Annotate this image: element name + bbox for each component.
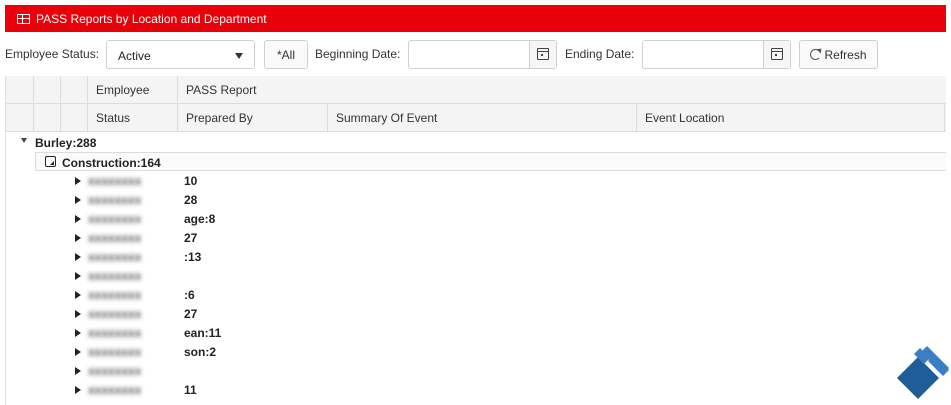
group-indent-column-1 bbox=[6, 104, 34, 132]
employee-group-row[interactable]: xxxxxxxx 27 bbox=[6, 305, 946, 324]
employee-status-dropdown[interactable]: Active bbox=[106, 40, 255, 69]
employee-group-row[interactable]: xxxxxxxx bbox=[6, 267, 946, 286]
beginning-date-picker-button[interactable] bbox=[529, 41, 556, 68]
column-header-summary-of-event[interactable]: Summary Of Event bbox=[328, 104, 637, 132]
group-row-department[interactable]: Construction:164 bbox=[35, 152, 946, 171]
column-header-prepared-by[interactable]: Prepared By bbox=[178, 104, 328, 132]
expand-triangle-icon[interactable] bbox=[75, 291, 81, 299]
collapse-box-icon[interactable] bbox=[45, 156, 56, 167]
expand-triangle-icon[interactable] bbox=[75, 272, 81, 280]
filter-toolbar: Employee Status: Active *All Beginning D… bbox=[0, 38, 951, 70]
column-header-status[interactable]: Status bbox=[88, 104, 178, 132]
employee-group-row[interactable]: xxxxxxxx 28 bbox=[6, 191, 946, 210]
all-status-button[interactable]: *All bbox=[264, 40, 308, 69]
employee-status-value: Active bbox=[118, 49, 151, 63]
company-logo-icon bbox=[897, 346, 949, 399]
expand-triangle-icon[interactable] bbox=[75, 177, 81, 185]
employee-count: son:2 bbox=[184, 345, 217, 359]
beginning-date-label: Beginning Date: bbox=[315, 47, 401, 61]
ending-date-picker-button[interactable] bbox=[763, 41, 790, 68]
report-title-bar: PASS Reports by Location and Department bbox=[5, 5, 946, 32]
group-indent-column-3 bbox=[61, 76, 88, 104]
employee-group-row[interactable]: xxxxxxxx ean:11 bbox=[6, 324, 946, 343]
refresh-button[interactable]: Refresh bbox=[799, 40, 878, 69]
table-grid-icon bbox=[17, 13, 30, 24]
expand-triangle-icon[interactable] bbox=[75, 329, 81, 337]
employee-status-label: Employee Status: bbox=[5, 47, 100, 61]
expand-triangle-icon[interactable] bbox=[75, 367, 81, 375]
report-title: PASS Reports by Location and Department bbox=[36, 11, 267, 26]
report-grid: Employee PASS Report Status Prepared By … bbox=[5, 76, 946, 405]
location-group-label: Burley:288 bbox=[35, 136, 97, 150]
group-indent-column-3 bbox=[61, 104, 88, 132]
group-indent-column-2 bbox=[34, 76, 61, 104]
employee-count: ean:11 bbox=[184, 326, 222, 340]
expand-triangle-icon[interactable] bbox=[75, 253, 81, 261]
expand-triangle-icon[interactable] bbox=[75, 215, 81, 223]
employee-group-row[interactable]: xxxxxxxx :6 bbox=[6, 286, 946, 305]
employee-count: 10 bbox=[184, 174, 198, 188]
employee-group-row[interactable]: xxxxxxxx 10 bbox=[6, 172, 946, 191]
group-row-location[interactable]: Burley:288 bbox=[6, 133, 946, 152]
calendar-icon bbox=[771, 48, 783, 60]
employee-count: 28 bbox=[184, 193, 198, 207]
employee-group-row[interactable]: xxxxxxxx :13 bbox=[6, 248, 946, 267]
employee-count: 11 bbox=[184, 383, 197, 397]
employee-count: age:8 bbox=[184, 212, 216, 226]
expand-triangle-icon[interactable] bbox=[75, 386, 81, 394]
calendar-icon bbox=[537, 48, 549, 60]
ending-date-input[interactable] bbox=[642, 40, 791, 69]
employee-group-row[interactable]: xxxxxxxx age:8 bbox=[6, 210, 946, 229]
employee-count: :13 bbox=[184, 250, 202, 264]
expand-triangle-icon[interactable] bbox=[75, 234, 81, 242]
refresh-icon bbox=[810, 49, 822, 60]
employee-group-row[interactable]: xxxxxxxx 27 bbox=[6, 229, 946, 248]
group-indent-column-1 bbox=[6, 76, 34, 104]
expand-triangle-icon[interactable] bbox=[75, 310, 81, 318]
column-group-employee[interactable]: Employee bbox=[88, 76, 178, 104]
ending-date-label: Ending Date: bbox=[565, 47, 635, 61]
department-group-label: Construction:164 bbox=[62, 156, 161, 170]
column-header-event-location[interactable]: Event Location bbox=[637, 104, 945, 132]
employee-group-row[interactable]: xxxxxxxx 11 bbox=[6, 381, 946, 400]
expand-triangle-icon[interactable] bbox=[75, 348, 81, 356]
employee-name-redacted: xxxxxxxx bbox=[88, 269, 142, 283]
employee-count: 27 bbox=[184, 231, 198, 245]
column-group-pass-report[interactable]: PASS Report bbox=[178, 76, 946, 104]
beginning-date-input[interactable] bbox=[408, 40, 557, 69]
grid-header-row-2: Status Prepared By Summary Of Event Even… bbox=[6, 104, 946, 132]
employee-count: :6 bbox=[184, 288, 195, 302]
all-status-button-label: *All bbox=[276, 47, 295, 62]
refresh-button-label: Refresh bbox=[824, 47, 867, 62]
employee-group-row[interactable]: xxxxxxxx bbox=[6, 362, 946, 381]
grid-header-row-1: Employee PASS Report bbox=[6, 76, 946, 104]
caret-down-icon bbox=[235, 53, 243, 59]
employee-group-row[interactable]: xxxxxxxx son:2 bbox=[6, 343, 946, 362]
expand-triangle-icon[interactable] bbox=[75, 196, 81, 204]
group-indent-column-2 bbox=[34, 104, 61, 132]
employee-name-redacted: xxxxxxxx bbox=[88, 364, 142, 378]
employee-count: 27 bbox=[184, 307, 198, 321]
collapse-triangle-icon[interactable] bbox=[21, 138, 27, 143]
